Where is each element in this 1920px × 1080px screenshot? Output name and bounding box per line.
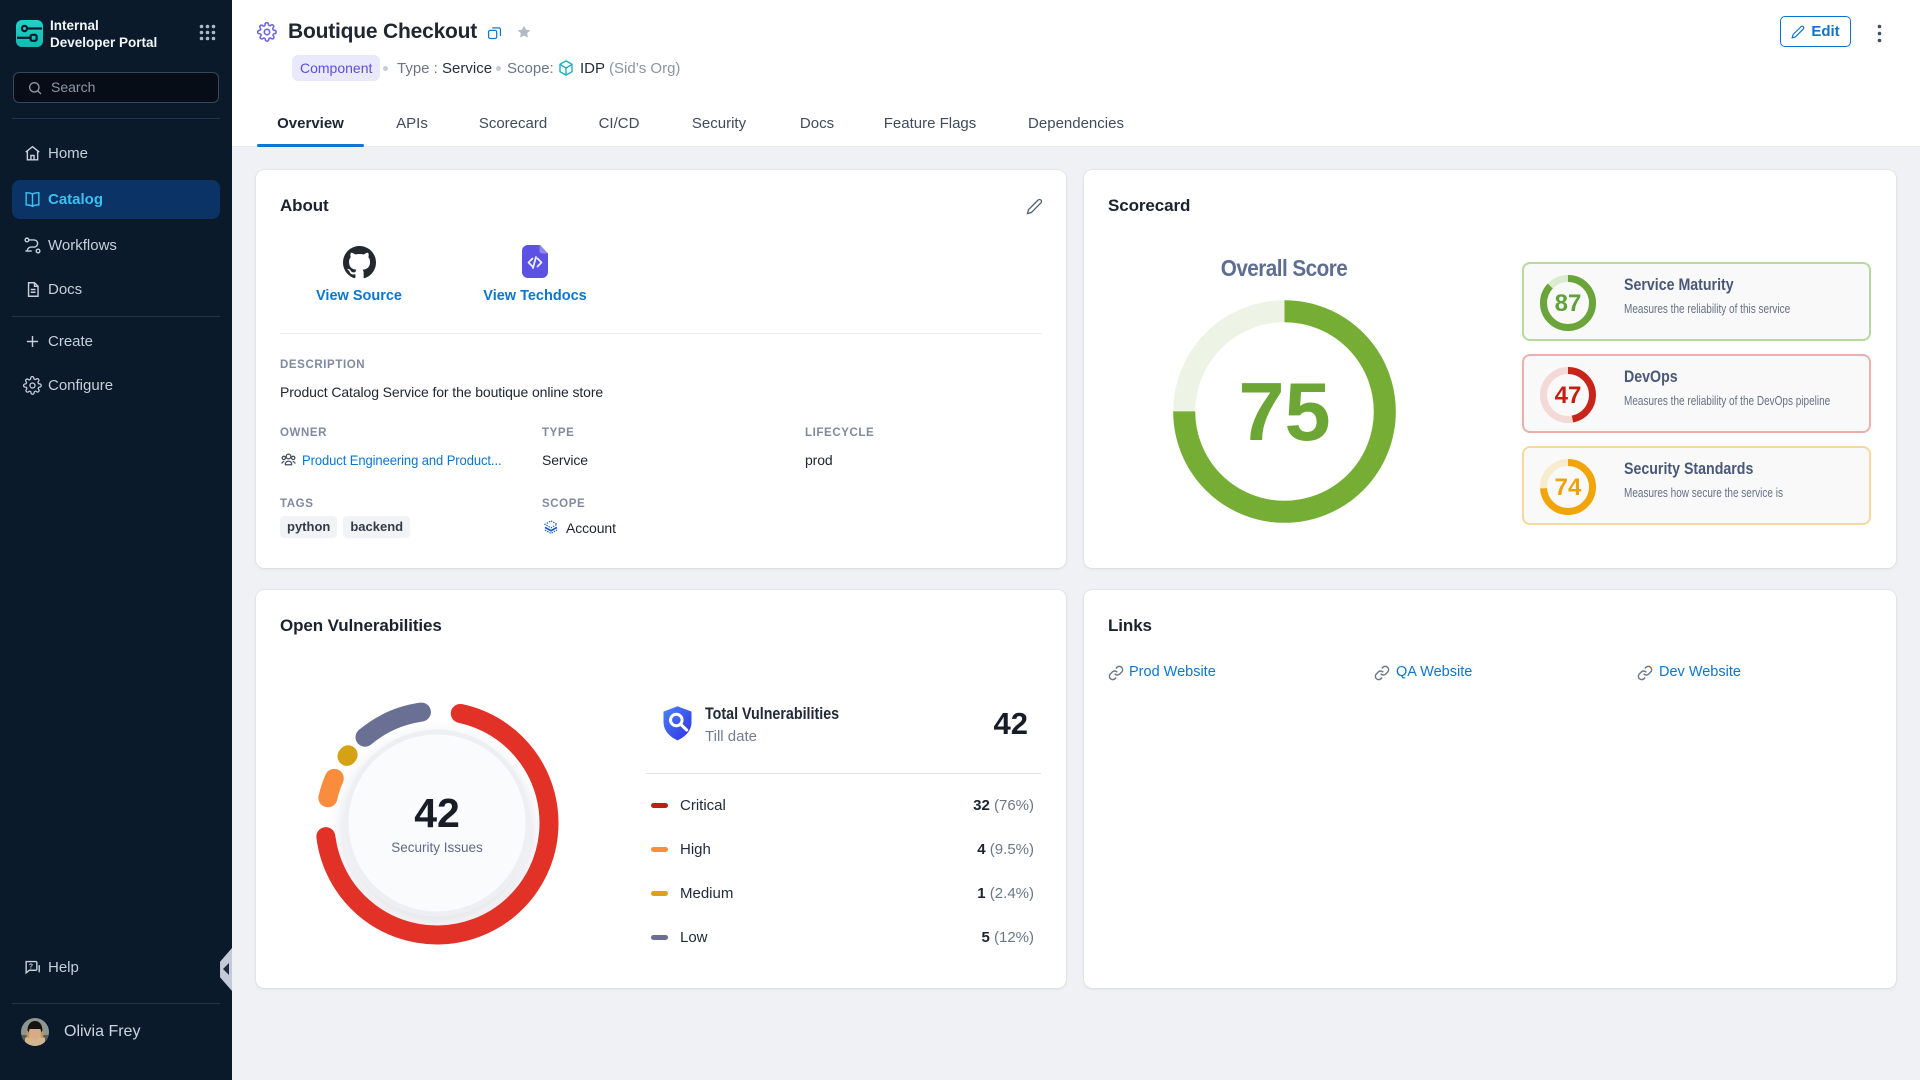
svg-text:?: ? xyxy=(29,963,33,971)
